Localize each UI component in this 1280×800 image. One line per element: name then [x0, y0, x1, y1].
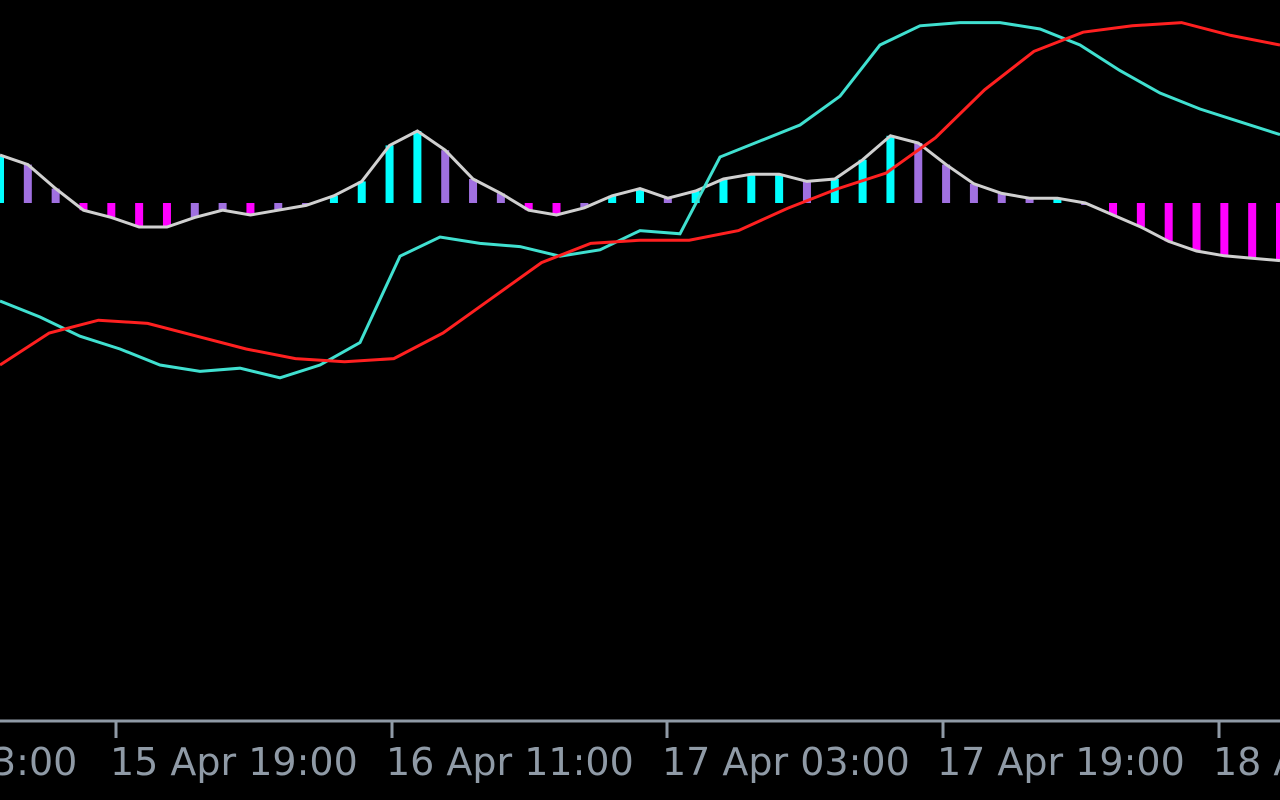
histogram-bar [942, 164, 951, 203]
histogram-bar [1164, 203, 1173, 242]
histogram-bar [0, 155, 4, 203]
histogram-bar [969, 183, 978, 203]
histogram-bar [357, 181, 366, 203]
histogram-bar [1276, 203, 1280, 261]
x-tick-label: 3:00 [0, 740, 77, 784]
histogram-bar [385, 145, 394, 203]
histogram-bar [1220, 203, 1229, 256]
x-tick-label: 18 A [1213, 740, 1280, 784]
histogram-bar [1248, 203, 1257, 259]
histogram-bar [1136, 203, 1145, 227]
histogram-bar [775, 174, 784, 203]
histogram-bar [413, 131, 422, 203]
x-axis-ticks: 3:00 15 Apr 19:00 16 Apr 11:00 17 Apr 03… [0, 721, 1280, 784]
histogram-bar [469, 179, 478, 203]
x-tick-label: 17 Apr 03:00 [662, 740, 910, 784]
histogram-bar [135, 203, 144, 227]
macd-chart: 3:00 15 Apr 19:00 16 Apr 11:00 17 Apr 03… [0, 0, 1280, 800]
histogram-bar [747, 174, 756, 203]
x-tick-label: 15 Apr 19:00 [110, 740, 358, 784]
histogram-bar [1192, 203, 1201, 251]
histogram-bar [162, 203, 171, 227]
x-tick-label: 17 Apr 19:00 [937, 740, 1185, 784]
histogram-bar [441, 150, 450, 203]
chart-plot: 3:00 15 Apr 19:00 16 Apr 11:00 17 Apr 03… [0, 21, 1280, 784]
histogram-bar [719, 179, 728, 203]
x-tick-label: 16 Apr 11:00 [386, 740, 634, 784]
histogram-bar [23, 164, 32, 203]
